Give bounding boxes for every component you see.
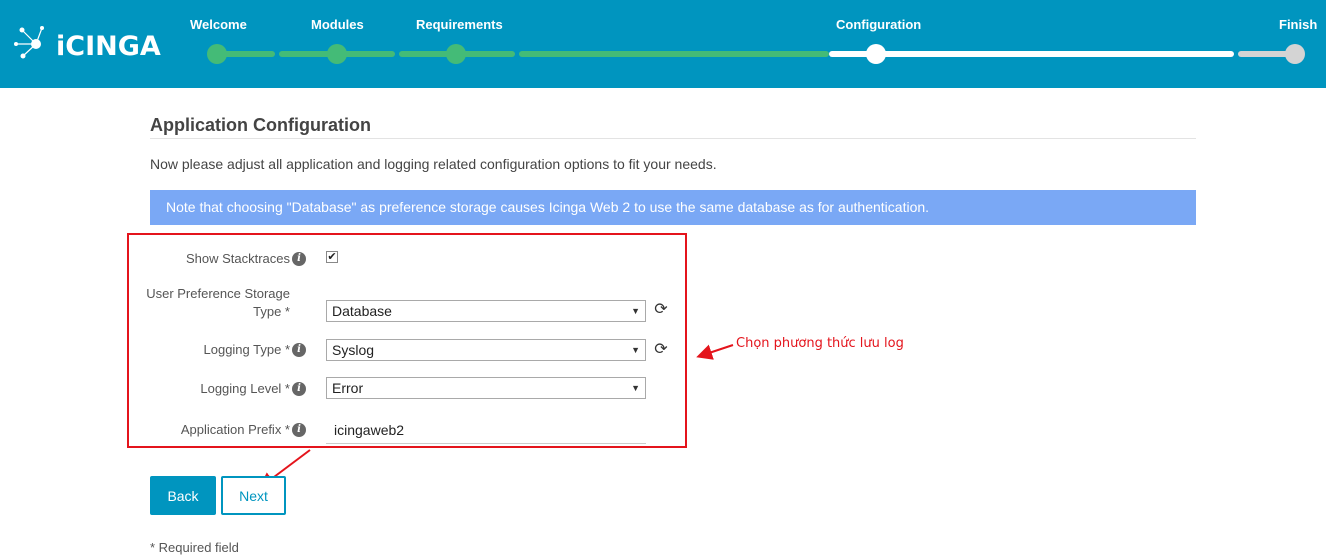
logging-type-value: Syslog bbox=[332, 342, 375, 358]
title-divider bbox=[150, 138, 1196, 139]
info-icon[interactable]: i bbox=[292, 343, 306, 357]
reload-icon[interactable]: ⟳ bbox=[653, 342, 669, 358]
preference-storage-label-line1: User Preference Storage bbox=[146, 286, 290, 301]
back-button[interactable]: Back bbox=[150, 476, 216, 515]
info-note: Note that choosing "Database" as prefere… bbox=[150, 190, 1196, 225]
preference-storage-label-line2: Type * bbox=[253, 304, 290, 319]
preference-storage-select[interactable]: Database ▼ bbox=[326, 300, 646, 322]
logging-level-value: Error bbox=[332, 380, 364, 396]
logging-type-label: Logging Type * bbox=[203, 342, 291, 357]
step-dot-welcome bbox=[207, 44, 227, 64]
application-prefix-label: Application Prefix * bbox=[180, 422, 290, 437]
logging-level-label: Logging Level * bbox=[200, 381, 290, 396]
icinga-logo-mark bbox=[14, 26, 44, 59]
info-icon[interactable]: i bbox=[292, 423, 306, 437]
show-stacktraces-checkbox[interactable]: ✔ bbox=[326, 251, 338, 263]
required-field-note: * Required field bbox=[150, 540, 239, 555]
logo-text: iCINGA bbox=[56, 31, 161, 62]
step-finish: Finish bbox=[1279, 17, 1318, 32]
preference-storage-label: User Preference Storage Type * bbox=[146, 285, 290, 321]
step-dot-modules bbox=[327, 44, 347, 64]
progress-segment-configuration-done bbox=[519, 51, 829, 57]
caret-down-icon: ▼ bbox=[631, 383, 640, 393]
step-dot-configuration bbox=[866, 44, 886, 64]
step-modules: Modules bbox=[311, 17, 364, 32]
annotation-arrow-right bbox=[696, 344, 734, 360]
intro-text: Now please adjust all application and lo… bbox=[150, 156, 717, 172]
step-welcome: Welcome bbox=[190, 17, 247, 32]
logging-level-select[interactable]: Error ▼ bbox=[326, 377, 646, 399]
step-dot-requirements bbox=[446, 44, 466, 64]
caret-down-icon: ▼ bbox=[631, 345, 640, 355]
info-icon[interactable]: i bbox=[292, 382, 306, 396]
application-prefix-input[interactable]: icingaweb2 bbox=[326, 420, 646, 444]
icinga-logo: iCINGA bbox=[12, 22, 161, 68]
annotation-text: Chọn phương thức lưu log bbox=[736, 336, 904, 351]
page-title: Application Configuration bbox=[150, 115, 371, 135]
reload-icon[interactable]: ⟳ bbox=[653, 302, 669, 318]
check-icon: ✔ bbox=[327, 251, 337, 263]
step-configuration: Configuration bbox=[836, 17, 922, 32]
caret-down-icon: ▼ bbox=[631, 306, 640, 316]
show-stacktraces-label: Show Stacktraces bbox=[185, 251, 290, 266]
logging-type-select[interactable]: Syslog ▼ bbox=[326, 339, 646, 361]
step-dot-finish bbox=[1285, 44, 1305, 64]
preference-storage-value: Database bbox=[332, 303, 392, 319]
progress-segment-configuration-remaining bbox=[829, 51, 1234, 57]
info-icon[interactable]: i bbox=[292, 252, 306, 266]
wizard-header: iCINGA Welcome Modules Requirements Conf… bbox=[0, 0, 1326, 88]
next-button[interactable]: Next bbox=[221, 476, 286, 515]
step-requirements: Requirements bbox=[416, 17, 503, 32]
